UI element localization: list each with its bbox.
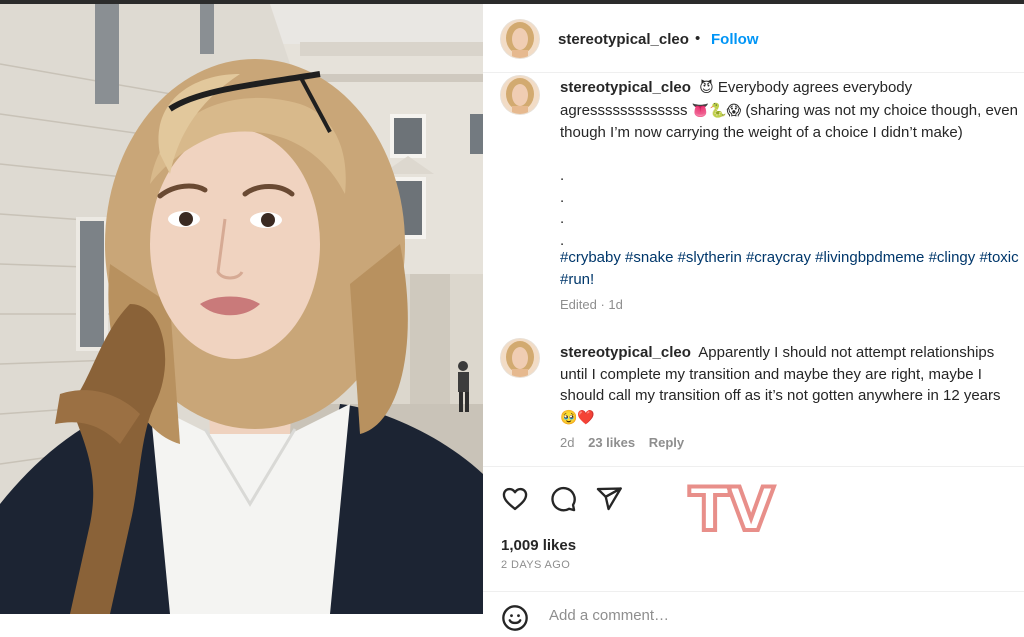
likes-count[interactable]: 1,009 likes <box>501 537 576 554</box>
edited-timestamp: Edited · 1d <box>560 297 623 312</box>
comment-time: 2d <box>560 435 575 450</box>
heart-icon[interactable] <box>501 485 529 513</box>
caption-username[interactable]: stereotypical_cleo <box>560 79 691 96</box>
hashtag-link[interactable]: #clingy <box>929 249 976 266</box>
avatar[interactable] <box>501 76 539 114</box>
caption-dots: . . . . <box>560 167 565 249</box>
comment-bubble-icon[interactable] <box>549 485 577 513</box>
post-author-username[interactable]: stereotypical_cleo <box>558 31 689 48</box>
comment-emoji: 🥹❤️ <box>560 409 595 426</box>
hashtag-link[interactable]: #crybaby <box>560 249 621 266</box>
post-time-ago: 2 DAYS AGO <box>501 559 571 571</box>
add-comment-input[interactable] <box>547 606 991 625</box>
comment-likes[interactable]: 23 likes <box>588 435 635 450</box>
avatar[interactable] <box>501 339 539 377</box>
emoji-group: 👅🐍😱 <box>691 102 742 119</box>
hashtag-link[interactable]: #snake <box>625 249 673 266</box>
hashtag-link[interactable]: #toxic <box>979 249 1018 266</box>
comment-meta: 2d 23 likes Reply <box>560 435 694 450</box>
post-photo <box>0 4 483 614</box>
hashtag-list: #crybaby #snake #slytherin #craycray #li… <box>560 247 1022 290</box>
hashtag-link[interactable]: #livingbpdmeme <box>815 249 924 266</box>
avatar[interactable] <box>501 20 539 58</box>
post-header: stereotypical_cleo • Follow <box>483 4 1024 73</box>
smiley-icon[interactable] <box>501 604 529 632</box>
follow-button[interactable]: Follow <box>711 31 759 48</box>
caption-text: stereotypical_cleo 😈 Everybody agrees ev… <box>560 77 1022 144</box>
reply-button[interactable]: Reply <box>649 435 684 450</box>
hashtag-link[interactable]: #run! <box>560 271 594 288</box>
comments-section[interactable]: stereotypical_cleo 😈 Everybody agrees ev… <box>483 73 1024 465</box>
hashtag-link[interactable]: #slytherin <box>678 249 742 266</box>
devil-emoji: 😈 <box>699 80 714 96</box>
separator-dot: • <box>695 30 701 47</box>
tv-watermark: TV <box>687 474 776 546</box>
paper-plane-icon[interactable] <box>595 485 623 513</box>
comment-text: stereotypical_cleo Apparently I should n… <box>560 342 1022 429</box>
hashtag-link[interactable]: #craycray <box>746 249 811 266</box>
comment-username[interactable]: stereotypical_cleo <box>560 344 691 361</box>
add-comment-row <box>483 591 1024 631</box>
